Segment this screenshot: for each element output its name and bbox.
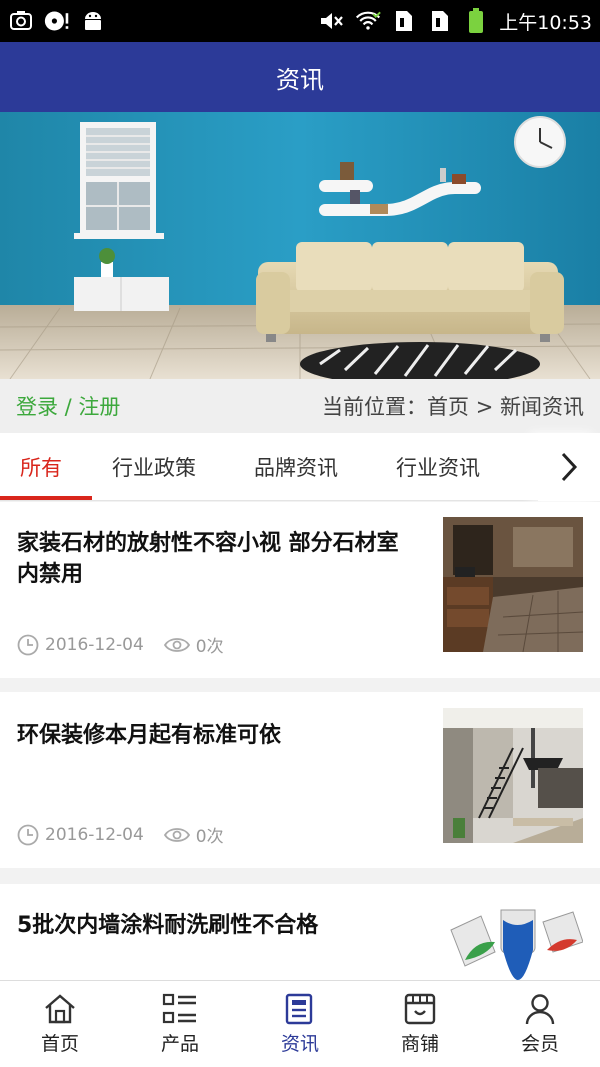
eye-icon <box>163 827 190 842</box>
tab-all[interactable]: 所有 <box>20 433 62 501</box>
nav-member[interactable]: 会员 <box>480 981 600 1067</box>
nav-news[interactable]: 资讯 <box>240 981 360 1067</box>
sim2-icon <box>427 9 453 33</box>
active-tab-indicator <box>0 496 92 500</box>
news-item[interactable]: 家装石材的放射性不容小视 部分石材室内禁用 2016-12-04 0次 <box>0 502 600 678</box>
news-date: 2016-12-04 <box>45 634 144 655</box>
clock-icon <box>17 824 39 845</box>
tabs-scroll-button[interactable] <box>538 433 600 501</box>
nav-store[interactable]: 商铺 <box>360 981 480 1067</box>
status-time: 上午10:53 <box>499 11 592 34</box>
clock-icon <box>17 634 39 655</box>
news-date: 2016-12-04 <box>45 824 144 845</box>
news-thumbnail[interactable] <box>443 900 583 980</box>
android-icon <box>80 9 106 33</box>
nav-home-label: 首页 <box>40 1032 79 1055</box>
news-item[interactable]: 5批次内墙涂料耐洗刷性不合格 <box>0 884 600 980</box>
battery-icon <box>463 8 489 33</box>
news-meta: 2016-12-04 0次 <box>17 632 244 657</box>
tab-industry-policy[interactable]: 行业政策 <box>112 433 196 501</box>
chevron-right-icon <box>561 452 578 482</box>
news-title[interactable]: 5批次内墙涂料耐洗刷性不合格 <box>17 910 417 941</box>
bottom-nav: 首页 产品 资讯 商铺 会员 <box>0 980 600 1067</box>
store-icon <box>404 993 436 1024</box>
sim1-icon <box>391 9 417 33</box>
login-register-link[interactable]: 登录 / 注册 <box>16 391 120 421</box>
member-icon <box>525 993 555 1024</box>
news-meta: 2016-12-04 0次 <box>17 822 244 847</box>
news-views: 0次 <box>195 827 224 847</box>
news-title[interactable]: 环保装修本月起有标准可依 <box>17 720 417 751</box>
nav-member-label: 会员 <box>520 1032 559 1055</box>
status-bar: 上午10:53 <box>0 0 600 42</box>
wifi-icon <box>355 9 382 33</box>
news-icon <box>285 993 313 1024</box>
nav-products-label: 产品 <box>160 1032 199 1055</box>
nav-home[interactable]: 首页 <box>0 981 120 1067</box>
breadcrumb[interactable]: 当前位置：首页 > 新闻资讯 <box>322 391 584 421</box>
category-tabs: 所有 行业政策 品牌资讯 行业资讯 <box>0 433 600 501</box>
nav-news-label: 资讯 <box>280 1032 319 1055</box>
nav-store-label: 商铺 <box>400 1032 439 1055</box>
nav-products[interactable]: 产品 <box>120 981 240 1067</box>
home-icon <box>45 993 75 1023</box>
music-disc-icon <box>44 9 70 33</box>
tab-brand-news[interactable]: 品牌资讯 <box>254 433 338 501</box>
news-item[interactable]: 环保装修本月起有标准可依 2016-12-04 0次 <box>0 692 600 868</box>
news-views: 0次 <box>195 637 224 657</box>
eye-icon <box>163 637 190 652</box>
news-thumbnail[interactable] <box>443 708 583 843</box>
screenshot-icon <box>8 9 34 33</box>
title-bar: 资讯 <box>0 42 600 112</box>
news-title[interactable]: 家装石材的放射性不容小视 部分石材室内禁用 <box>17 528 417 590</box>
page-title: 资讯 <box>276 65 324 94</box>
banner-image[interactable] <box>0 112 600 379</box>
product-list-icon <box>162 993 196 1023</box>
mute-icon <box>319 9 345 33</box>
breadcrumb-bar: 登录 / 注册 当前位置：首页 > 新闻资讯 <box>0 379 600 433</box>
news-thumbnail[interactable] <box>443 517 583 652</box>
tab-industry-news[interactable]: 行业资讯 <box>396 433 480 501</box>
